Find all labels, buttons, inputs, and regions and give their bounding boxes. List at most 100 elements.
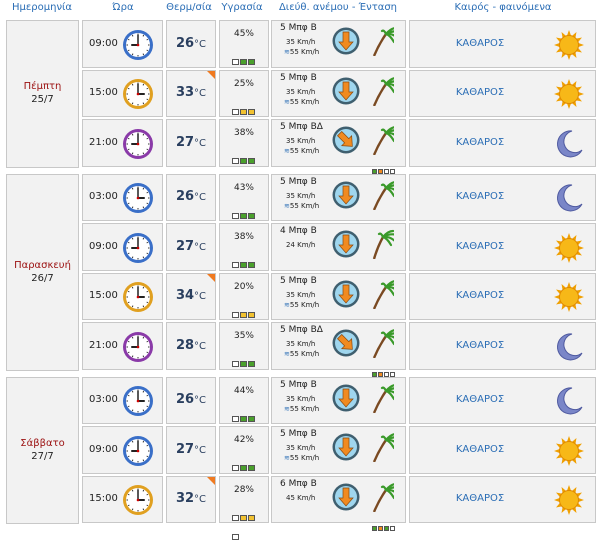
temperature-unit: °C bbox=[194, 241, 207, 253]
moon-icon bbox=[553, 128, 585, 160]
wind-intensity-bar bbox=[372, 313, 396, 328]
clock-icon bbox=[122, 232, 154, 264]
temperature-number: 32 bbox=[175, 491, 195, 507]
palm-tree-icon bbox=[368, 328, 402, 359]
wind-direction-icon bbox=[332, 329, 360, 357]
humidity-bar-segment bbox=[240, 108, 247, 115]
temperature-unit: °C bbox=[194, 192, 207, 204]
wind-force: 5 Μπφ Β bbox=[280, 275, 317, 286]
humidity-value: 44% bbox=[233, 385, 254, 396]
time-cell: 15:00 bbox=[82, 69, 163, 117]
temperature-number: 26 bbox=[175, 189, 195, 205]
weather-cell: ΚΑΘΑΡΟΣ bbox=[409, 376, 596, 424]
humidity-bar-segment bbox=[232, 212, 239, 219]
clock-icon bbox=[122, 128, 154, 160]
humidity-cell: 38% bbox=[219, 223, 269, 287]
humidity-value: 42% bbox=[233, 435, 254, 445]
temperature-unit: °C bbox=[194, 340, 207, 352]
wind-bar-segment bbox=[378, 525, 383, 531]
sun-icon bbox=[553, 281, 585, 313]
humidity-bar-segment bbox=[248, 514, 255, 521]
humidity-cell: 45% bbox=[219, 20, 269, 84]
humidity-bar bbox=[232, 506, 262, 540]
weather-description: ΚΑΘΑΡΟΣ bbox=[455, 290, 505, 302]
humidity-cell: 25% bbox=[219, 69, 269, 134]
temperature-cell: 32°C bbox=[166, 475, 216, 523]
sun-icon bbox=[553, 29, 585, 61]
palm-tree-icon bbox=[368, 482, 402, 512]
humidity-bar bbox=[232, 253, 262, 287]
weather-description: ΚΑΘΑΡΟΣ bbox=[455, 493, 505, 505]
weather-cell: ΚΑΘΑΡΟΣ bbox=[409, 426, 596, 474]
day-cell-thursday: Πέμπτη 25/7 bbox=[6, 20, 79, 168]
temperature-value: 27°C bbox=[167, 239, 215, 254]
wind-direction-icon bbox=[332, 126, 360, 154]
wind-cell: 5 Μπφ ΒΔ 35 Km/h ≋55 Km/h bbox=[271, 119, 406, 174]
humidity-value: 28% bbox=[233, 484, 254, 495]
humidity-bar bbox=[232, 50, 262, 84]
temperature-value: 27°C bbox=[167, 442, 215, 457]
palm-tree-icon bbox=[368, 432, 402, 463]
temperature-value: 32°C bbox=[167, 491, 215, 506]
day-cell-friday: Παρασκευή 26/7 bbox=[6, 173, 79, 371]
wind-speed: 35 Km/h bbox=[286, 38, 316, 46]
time-cell: 15:00 bbox=[82, 475, 163, 523]
humidity-bar-segment bbox=[232, 158, 239, 164]
wind-gust: ≋55 Km/h bbox=[284, 98, 319, 106]
clock-icon bbox=[122, 435, 154, 467]
moon-icon bbox=[553, 385, 585, 417]
time-cell: 03:00 bbox=[82, 173, 163, 221]
humidity-bar bbox=[232, 100, 262, 134]
temperature-number: 27 bbox=[175, 238, 195, 254]
wind-direction-icon bbox=[332, 483, 360, 511]
time-cell: 09:00 bbox=[82, 223, 163, 271]
wind-direction-icon bbox=[332, 181, 360, 209]
forecast-time: 03:00 bbox=[89, 191, 118, 203]
humidity-bar-segment bbox=[240, 465, 247, 471]
temperature-number: 28 bbox=[175, 337, 195, 353]
temperature-value: 26°C bbox=[167, 36, 215, 51]
time-cell: 15:00 bbox=[82, 272, 163, 320]
wind-intensity-bar bbox=[372, 417, 396, 432]
humidity-bar-segment bbox=[232, 415, 239, 422]
clock-icon bbox=[122, 385, 154, 417]
temperature-cell: 26°C bbox=[166, 376, 216, 424]
wind-speed: 24 Km/h bbox=[286, 241, 316, 249]
wind-speed: 35 Km/h bbox=[286, 87, 316, 96]
wind-direction-icon bbox=[332, 77, 360, 105]
humidity-cell: 43% bbox=[219, 173, 269, 238]
sun-icon bbox=[553, 435, 585, 467]
temperature-cell: 26°C bbox=[166, 173, 216, 221]
forecast-time: 09:00 bbox=[89, 240, 118, 252]
wind-force: 5 Μπφ Β bbox=[280, 379, 317, 390]
forecast-time: 15:00 bbox=[89, 290, 118, 302]
humidity-value: 38% bbox=[233, 128, 254, 138]
humidity-bar bbox=[232, 204, 262, 238]
wind-gust: ≋55 Km/h bbox=[284, 301, 319, 309]
humidity-value: 45% bbox=[233, 29, 254, 39]
wind-gust: ≋55 Km/h bbox=[284, 202, 319, 210]
wind-cell: 6 Μπφ Β 45 Km/h bbox=[271, 475, 406, 531]
forecast-time: 03:00 bbox=[89, 394, 118, 406]
humidity-bar-segment bbox=[240, 59, 247, 65]
humidity-bar bbox=[232, 407, 262, 441]
wind-force: 5 Μπφ Β bbox=[280, 23, 317, 33]
humidity-bar bbox=[232, 149, 262, 183]
weather-description: ΚΑΘΑΡΟΣ bbox=[455, 443, 505, 455]
temperature-cell: 33°C bbox=[166, 69, 216, 117]
temperature-cell: 27°C bbox=[166, 119, 216, 167]
wind-speed: 35 Km/h bbox=[286, 191, 316, 200]
wind-force: 4 Μπφ Β bbox=[280, 226, 317, 236]
wind-speed: 35 Km/h bbox=[286, 290, 316, 299]
palm-tree-icon bbox=[368, 279, 402, 309]
wind-cell: 5 Μπφ Β 35 Km/h ≋55 Km/h bbox=[271, 272, 406, 328]
wind-force: 6 Μπφ Β bbox=[280, 478, 317, 489]
temperature-number: 34 bbox=[175, 288, 195, 304]
humidity-cell: 35% bbox=[219, 322, 269, 386]
temperature-value: 34°C bbox=[167, 288, 215, 303]
temperature-cell: 26°C bbox=[166, 20, 216, 68]
weather-cell: ΚΑΘΑΡΟΣ bbox=[409, 69, 596, 117]
humidity-bar-segment bbox=[232, 533, 239, 540]
sun-icon bbox=[553, 78, 585, 110]
temperature-unit: °C bbox=[194, 88, 207, 100]
